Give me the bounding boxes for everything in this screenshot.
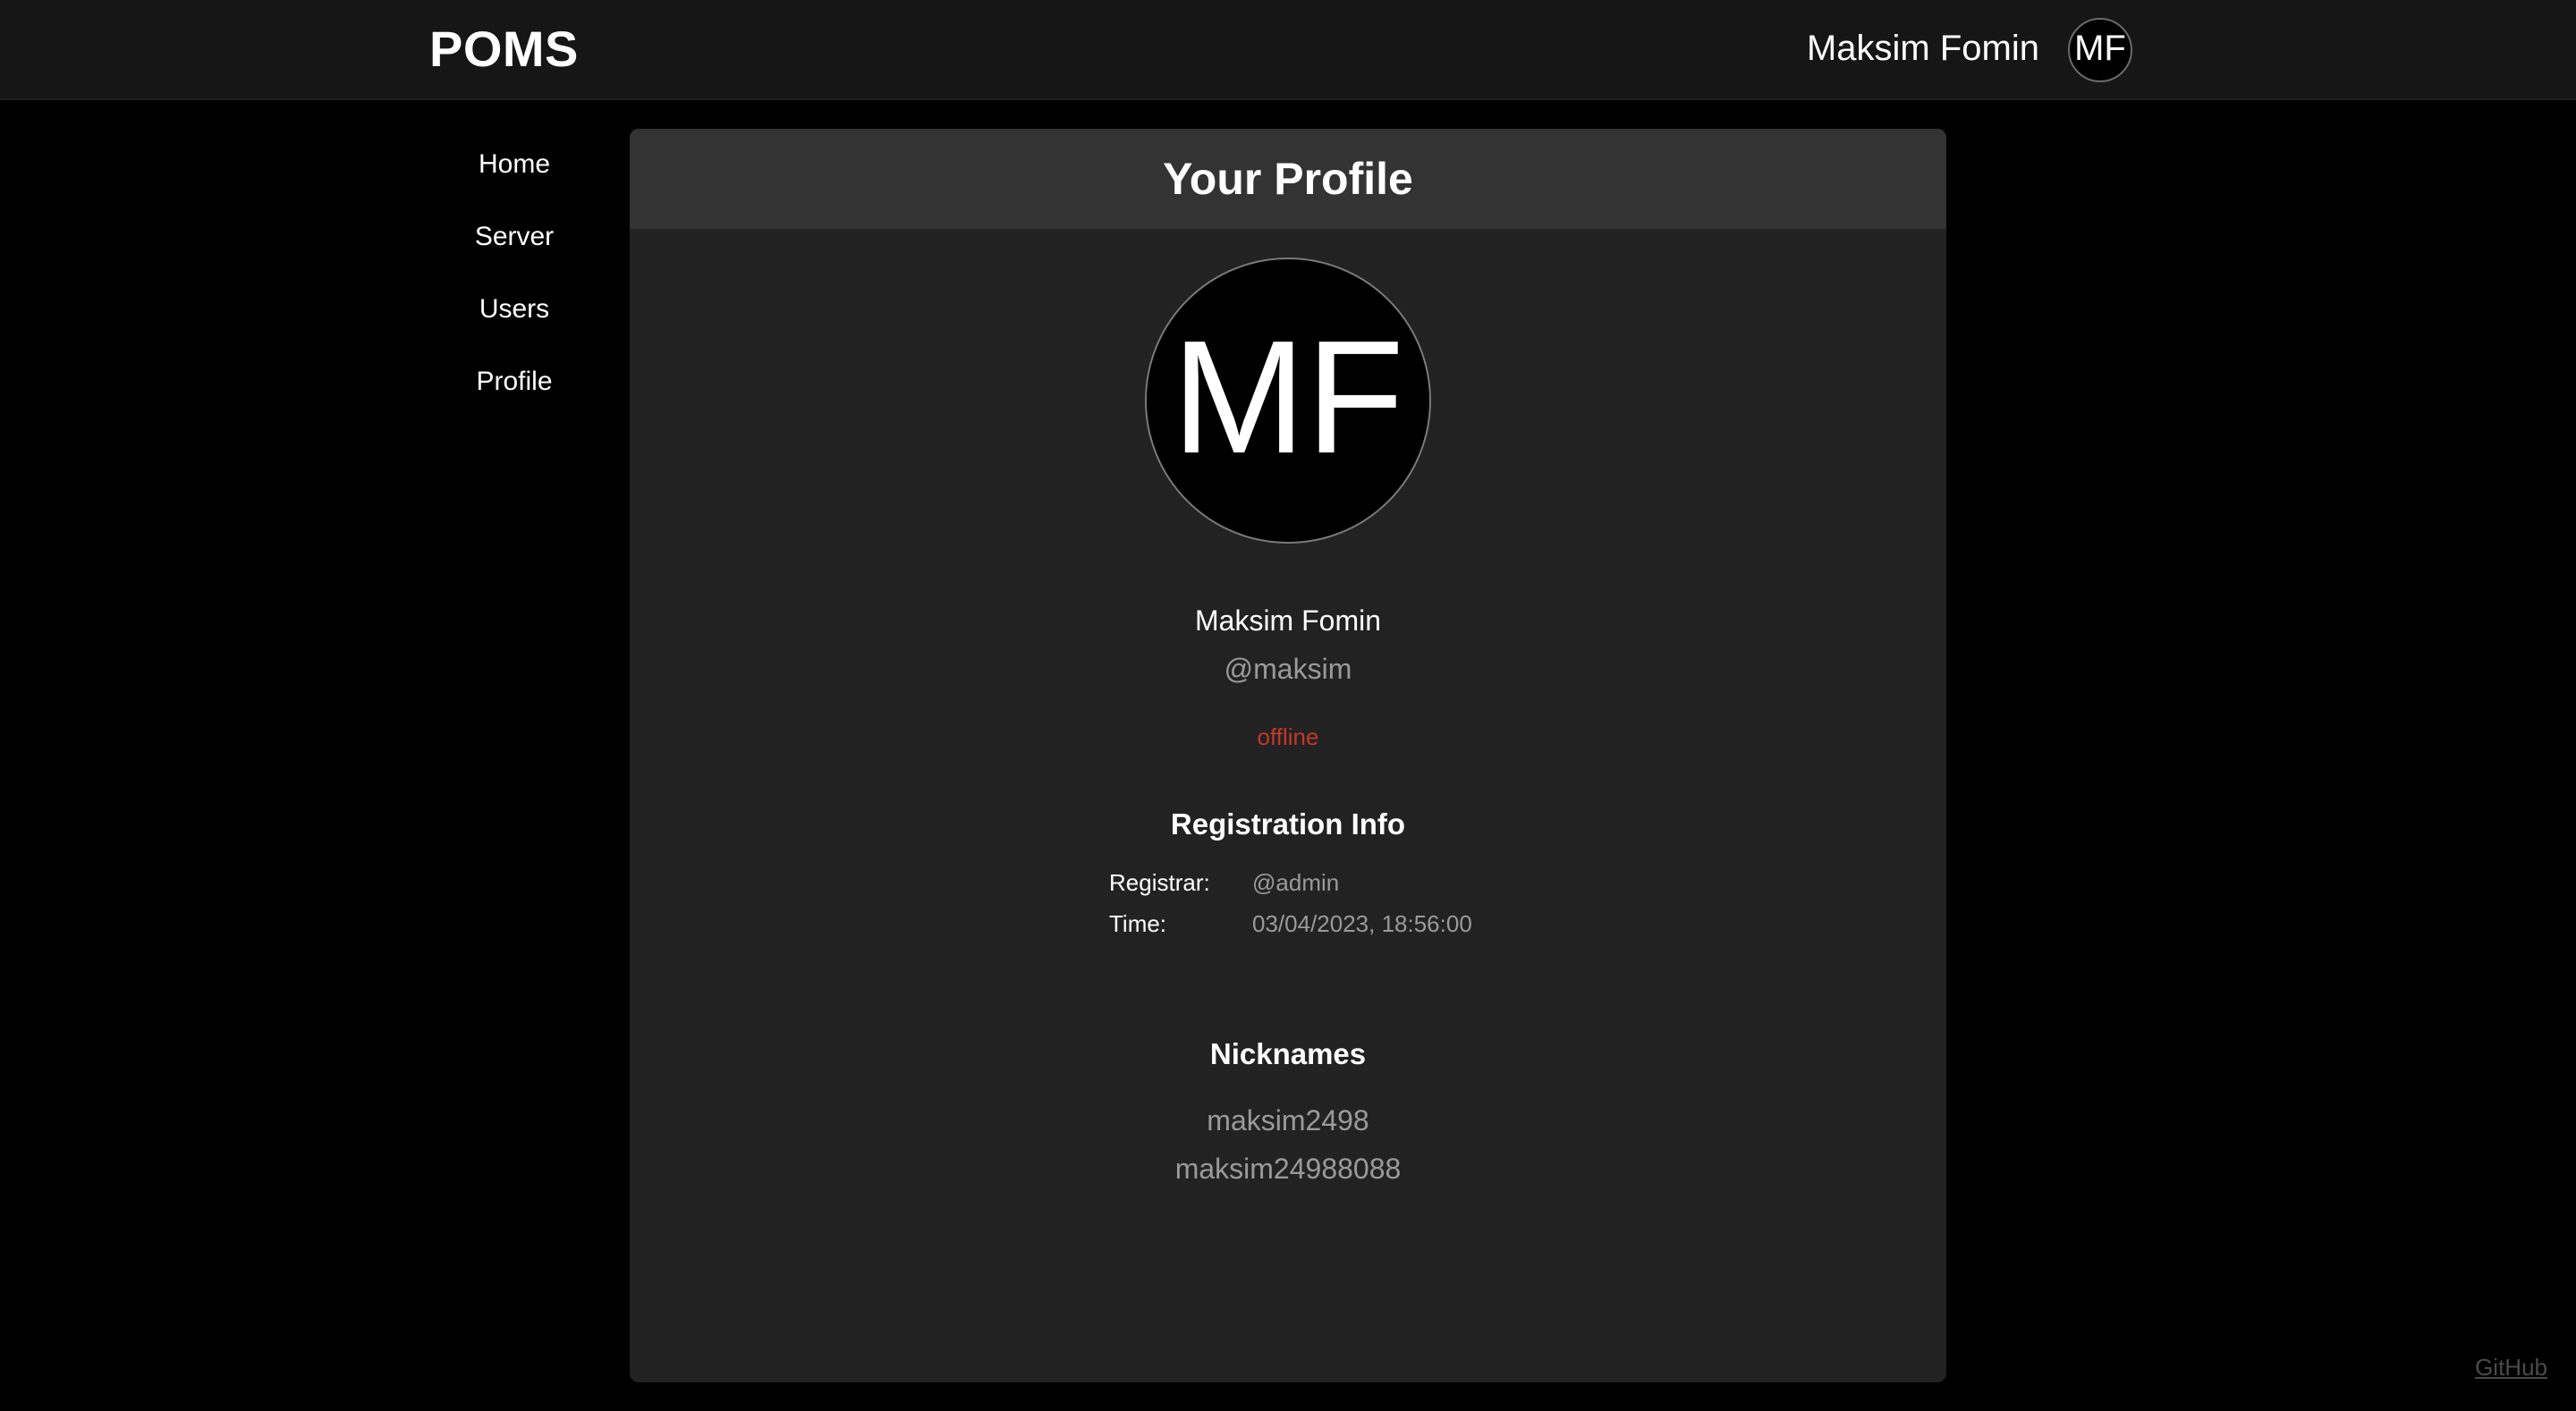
registrar-row: Registrar: @admin — [1109, 869, 1339, 897]
nicknames-title: Nicknames — [1209, 1037, 1367, 1070]
sidebar-item-home[interactable]: Home — [420, 143, 608, 215]
registration-info-title: Registration Info — [1170, 807, 1406, 841]
nicknames-list: maksim2498 maksim24988088 — [630, 1096, 1946, 1193]
status-badge: offline — [1257, 723, 1319, 750]
list-item: maksim2498 — [1207, 1104, 1369, 1136]
github-link[interactable]: GitHub — [2475, 1354, 2547, 1381]
brand-logo[interactable]: POMS — [429, 20, 579, 78]
sidebar-nav: Home Server Users Profile — [420, 143, 608, 433]
profile-full-name: Maksim Fomin — [1194, 604, 1381, 637]
sidebar-item-users[interactable]: Users — [420, 288, 608, 360]
top-bar: POMS Maksim Fomin MF — [0, 0, 2576, 100]
panel-header: Your Profile — [630, 129, 1946, 229]
current-user-name[interactable]: Maksim Fomin — [1807, 29, 2039, 69]
page-title: Your Profile — [1163, 154, 1413, 204]
profile-username: @maksim — [1224, 653, 1352, 685]
registrar-value: @admin — [1252, 869, 1340, 896]
time-label: Time: — [1109, 910, 1167, 937]
time-value: 03/04/2023, 18:56:00 — [1252, 910, 1472, 937]
registrar-label: Registrar: — [1109, 869, 1210, 896]
profile-panel: Your Profile MF Maksim Fomin @maksim off… — [630, 129, 1946, 1382]
current-user-avatar[interactable]: MF — [2068, 18, 2132, 82]
sidebar-item-profile[interactable]: Profile — [420, 360, 608, 433]
sidebar-item-server[interactable]: Server — [420, 215, 608, 288]
profile-avatar: MF — [1145, 258, 1431, 544]
time-row: Time: 03/04/2023, 18:56:00 — [1109, 910, 1472, 938]
list-item: maksim24988088 — [1174, 1153, 1402, 1185]
